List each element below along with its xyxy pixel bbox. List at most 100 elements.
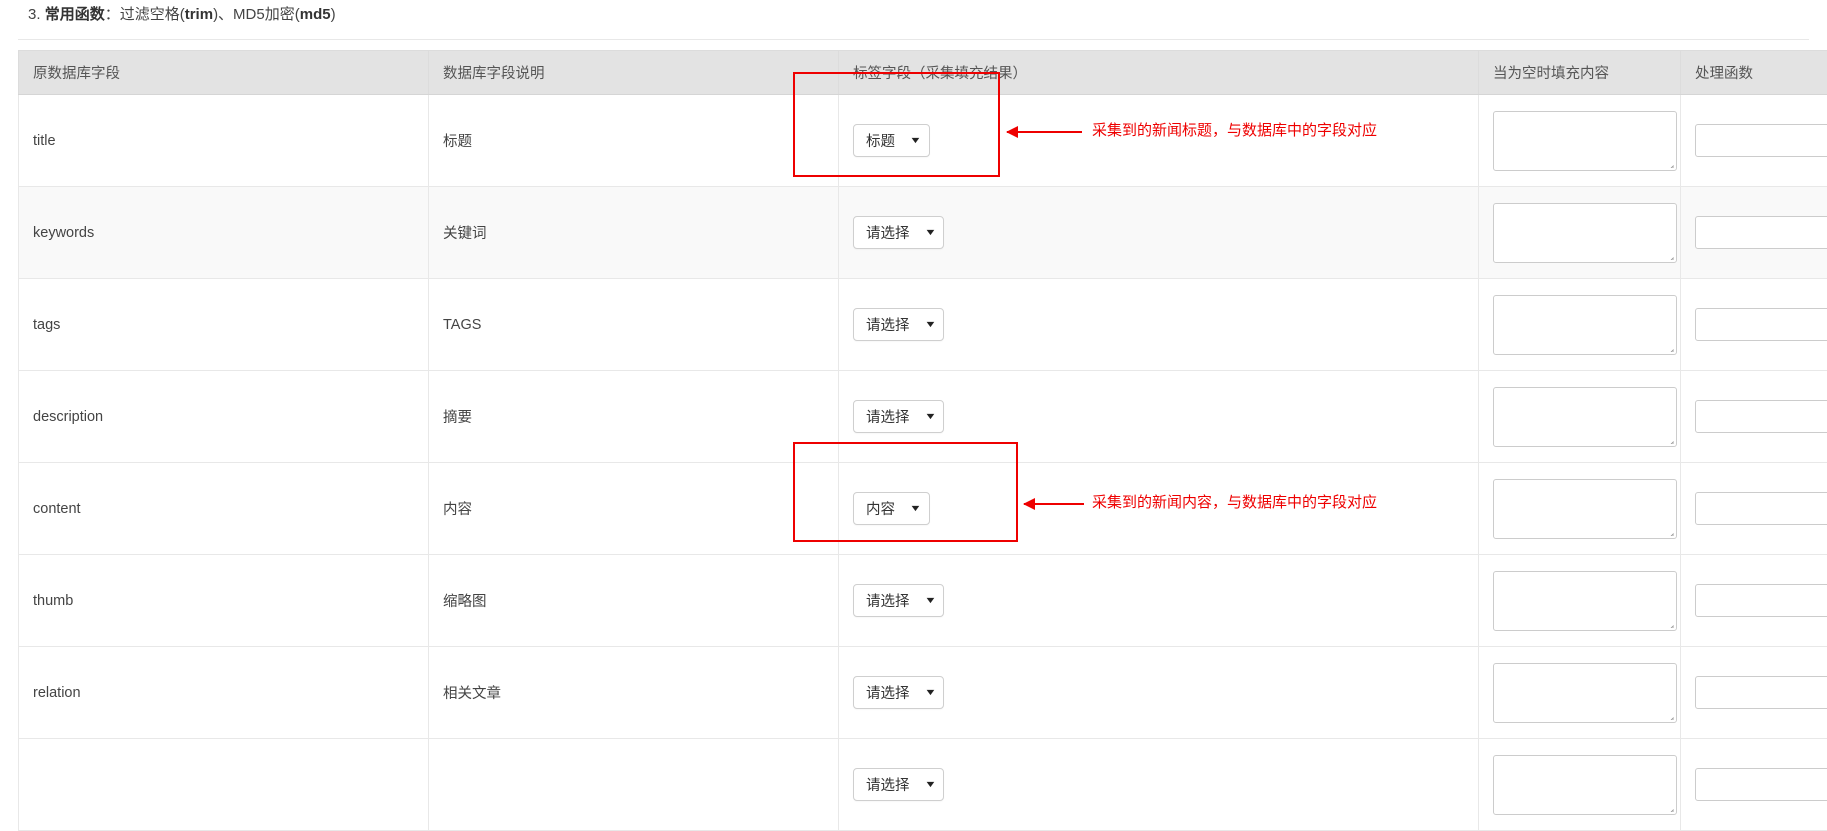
column-header-empty-fill: 当为空时填充内容: [1479, 51, 1681, 95]
source-field-label: content: [33, 501, 81, 517]
chevron-down-icon: ▼: [923, 780, 936, 789]
column-header-source-field: 原数据库字段: [19, 51, 429, 95]
chevron-down-icon: ▼: [909, 504, 922, 513]
empty-fill-textarea[interactable]: [1493, 479, 1677, 539]
source-field-label: description: [33, 409, 103, 425]
handler-function-input[interactable]: [1695, 308, 1827, 341]
table-row: keywords 关键词 请选择 ▼: [19, 187, 1827, 279]
cell-field-desc: [429, 739, 839, 831]
cell-field-desc: 标题: [429, 95, 839, 187]
table-row: 请选择 ▼: [19, 739, 1827, 831]
field-desc-label: 相关文章: [443, 686, 501, 702]
cell-source-field: description: [19, 371, 429, 463]
source-field-label: thumb: [33, 593, 73, 609]
table-row: title 标题 标题 ▼: [19, 95, 1827, 187]
table-body: title 标题 标题 ▼ keywords 关键词 请选择 ▼: [19, 95, 1827, 831]
field-mapping-table-wrap: 原数据库字段 数据库字段说明 标签字段（采集填充结果） 当为空时填充内容 处理函…: [18, 50, 1827, 831]
cell-handler-fn: [1681, 371, 1827, 463]
column-header-field-desc: 数据库字段说明: [429, 51, 839, 95]
cell-source-field: [19, 739, 429, 831]
cell-handler-fn: [1681, 647, 1827, 739]
cell-source-field: thumb: [19, 555, 429, 647]
column-header-handler-fn: 处理函数: [1681, 51, 1827, 95]
tag-field-select-value: 请选择: [866, 682, 926, 703]
empty-fill-textarea[interactable]: [1493, 663, 1677, 723]
tag-field-select[interactable]: 请选择 ▼: [853, 308, 944, 341]
table-row: tags TAGS 请选择 ▼: [19, 279, 1827, 371]
resize-handle-icon[interactable]: [1664, 710, 1674, 720]
tag-field-select-value: 请选择: [866, 774, 926, 795]
cell-source-field: relation: [19, 647, 429, 739]
column-header-tag-field: 标签字段（采集填充结果）: [839, 51, 1479, 95]
handler-function-input[interactable]: [1695, 400, 1827, 433]
tag-field-select[interactable]: 请选择 ▼: [853, 216, 944, 249]
tag-field-select[interactable]: 请选择 ▼: [853, 768, 944, 801]
field-desc-label: 摘要: [443, 410, 472, 426]
resize-handle-icon[interactable]: [1664, 250, 1674, 260]
empty-fill-textarea[interactable]: [1493, 295, 1677, 355]
empty-fill-textarea[interactable]: [1493, 755, 1677, 815]
source-field-label: keywords: [33, 225, 94, 241]
handler-function-input[interactable]: [1695, 124, 1827, 157]
empty-fill-textarea[interactable]: [1493, 387, 1677, 447]
table-row: relation 相关文章 请选择 ▼: [19, 647, 1827, 739]
handler-function-input[interactable]: [1695, 216, 1827, 249]
annotation-arrow-title: [1007, 131, 1082, 133]
note-body-1: 过滤空格(: [120, 6, 185, 23]
resize-handle-icon[interactable]: [1664, 618, 1674, 628]
table-header-row: 原数据库字段 数据库字段说明 标签字段（采集填充结果） 当为空时填充内容 处理函…: [19, 51, 1827, 95]
cell-source-field: title: [19, 95, 429, 187]
cell-source-field: keywords: [19, 187, 429, 279]
chevron-down-icon: ▼: [923, 596, 936, 605]
note-label: 常用函数: [45, 6, 105, 23]
handler-function-input[interactable]: [1695, 768, 1827, 801]
cell-handler-fn: [1681, 555, 1827, 647]
tag-field-select-value: 请选择: [866, 590, 926, 611]
cell-tag-field: 请选择 ▼: [839, 187, 1479, 279]
cell-empty-fill: [1479, 95, 1681, 187]
empty-fill-textarea[interactable]: [1493, 571, 1677, 631]
chevron-down-icon: ▼: [923, 412, 936, 421]
resize-handle-icon[interactable]: [1664, 802, 1674, 812]
tag-field-select[interactable]: 请选择 ▼: [853, 584, 944, 617]
note-body-2: )、MD5加密(: [213, 6, 300, 23]
handler-function-input[interactable]: [1695, 492, 1827, 525]
empty-fill-textarea[interactable]: [1493, 111, 1677, 171]
cell-field-desc: TAGS: [429, 279, 839, 371]
cell-empty-fill: [1479, 463, 1681, 555]
cell-handler-fn: [1681, 95, 1827, 187]
note-fn-md5: md5: [300, 6, 331, 23]
empty-fill-textarea[interactable]: [1493, 203, 1677, 263]
cell-field-desc: 关键词: [429, 187, 839, 279]
cell-empty-fill: [1479, 647, 1681, 739]
field-desc-label: 内容: [443, 502, 472, 518]
tag-field-select[interactable]: 内容 ▼: [853, 492, 930, 525]
annotation-text-content: 采集到的新闻内容，与数据库中的字段对应: [1092, 494, 1377, 512]
field-desc-label: TAGS: [443, 317, 481, 333]
field-desc-label: 关键词: [443, 226, 487, 242]
tag-field-select[interactable]: 请选择 ▼: [853, 676, 944, 709]
note-body-3: ): [331, 6, 336, 23]
resize-handle-icon[interactable]: [1664, 526, 1674, 536]
field-mapping-table: 原数据库字段 数据库字段说明 标签字段（采集填充结果） 当为空时填充内容 处理函…: [18, 50, 1827, 831]
handler-function-input[interactable]: [1695, 676, 1827, 709]
table-row: description 摘要 请选择 ▼: [19, 371, 1827, 463]
cell-handler-fn: [1681, 463, 1827, 555]
cell-empty-fill: [1479, 279, 1681, 371]
source-field-label: title: [33, 133, 56, 149]
chevron-down-icon: ▼: [923, 688, 936, 697]
cell-source-field: tags: [19, 279, 429, 371]
handler-function-input[interactable]: [1695, 584, 1827, 617]
common-functions-note: 3. 常用函数：过滤空格(trim)、MD5加密(md5): [0, 0, 1827, 26]
chevron-down-icon: ▼: [909, 136, 922, 145]
tag-field-select-value: 内容: [866, 498, 911, 519]
resize-handle-icon[interactable]: [1664, 342, 1674, 352]
resize-handle-icon[interactable]: [1664, 434, 1674, 444]
annotation-arrow-content: [1024, 503, 1084, 505]
cell-handler-fn: [1681, 187, 1827, 279]
tag-field-select-value: 请选择: [866, 406, 926, 427]
resize-handle-icon[interactable]: [1664, 158, 1674, 168]
chevron-down-icon: ▼: [923, 228, 936, 237]
tag-field-select[interactable]: 请选择 ▼: [853, 400, 944, 433]
tag-field-select[interactable]: 标题 ▼: [853, 124, 930, 157]
